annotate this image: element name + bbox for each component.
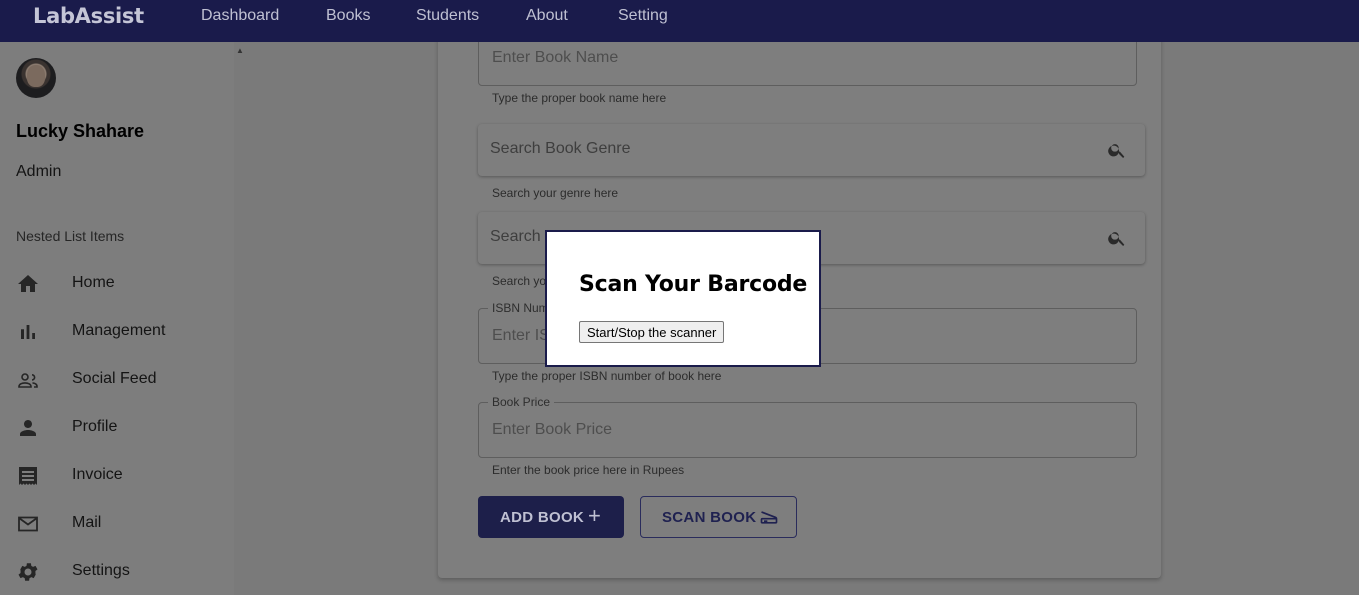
user-name: Lucky Shahare (16, 121, 145, 141)
person-icon (20, 420, 36, 436)
sidebar-item-label: Settings (72, 562, 130, 579)
author-search-placeholder: Search (490, 228, 541, 245)
scan-book-label: SCAN BOOK (662, 509, 757, 526)
sidebar-section-title: Nested List Items (16, 228, 125, 244)
home-icon (18, 275, 38, 292)
sidebar-item-label: Mail (72, 514, 102, 531)
isbn-placeholder: Enter IS (492, 327, 550, 344)
bar-chart-icon (21, 325, 35, 339)
sidebar-item-mail[interactable]: Mail (0, 500, 234, 548)
book-name-helper: Type the proper book name here (492, 91, 667, 105)
search-icon[interactable] (1107, 228, 1127, 248)
brand-logo[interactable]: LabAssist (33, 4, 144, 28)
sidebar-item-home[interactable]: Home (0, 260, 234, 308)
sidebar-item-label: Profile (72, 418, 118, 435)
avatar[interactable] (16, 58, 56, 98)
genre-search-placeholder: Search Book Genre (490, 140, 631, 157)
add-book-label: ADD BOOK (500, 509, 585, 526)
app-bar: LabAssist Dashboard Books Students About… (0, 0, 1359, 42)
book-price-helper: Enter the book price here in Rupees (492, 463, 685, 477)
book-price-placeholder: Enter Book Price (492, 421, 613, 438)
nav-books[interactable]: Books (326, 7, 370, 25)
book-price-label: Book Price (488, 395, 555, 409)
sidebar-item-label: Invoice (72, 466, 123, 483)
mail-icon (18, 516, 38, 532)
scan-book-button[interactable]: SCAN BOOK (640, 496, 797, 538)
isbn-label: ISBN Num (488, 301, 553, 315)
genre-search[interactable]: Search Book Genre (478, 124, 1145, 176)
gear-icon (18, 563, 38, 581)
sidebar-item-label: Home (72, 274, 115, 291)
isbn-helper: Type the proper ISBN number of book here (492, 369, 722, 383)
sidebar-item-profile[interactable]: Profile (0, 404, 234, 452)
scroll-up-arrow[interactable]: ▲ (236, 46, 244, 55)
receipt-icon (19, 467, 37, 485)
nav-setting[interactable]: Setting (618, 7, 668, 25)
sidebar-item-label: Management (72, 322, 166, 339)
sidebar-item-social-feed[interactable]: Social Feed (0, 356, 234, 404)
nav-students[interactable]: Students (416, 7, 479, 25)
sidebar-item-label: Social Feed (72, 370, 157, 387)
scan-barcode-modal: Scan Your Barcode Start/Stop the scanner (545, 230, 821, 367)
sidebar: Lucky Shahare Admin Nested List Items Ho… (0, 42, 234, 595)
modal-title: Scan Your Barcode (579, 272, 808, 297)
start-stop-scanner-button[interactable]: Start/Stop the scanner (579, 321, 725, 343)
search-icon[interactable] (1107, 140, 1127, 160)
nav-dashboard[interactable]: Dashboard (201, 7, 279, 25)
people-icon (18, 373, 38, 388)
genre-helper: Search your genre here (492, 186, 619, 200)
add-book-button[interactable]: ADD BOOK + (478, 496, 624, 538)
sidebar-item-management[interactable]: Management (0, 308, 234, 356)
book-price-field[interactable]: Book Price Enter Book Price (478, 395, 1137, 458)
book-name-placeholder: Enter Book Name (492, 49, 619, 66)
sidebar-item-settings[interactable]: Settings (0, 548, 234, 595)
user-role: Admin (16, 163, 62, 180)
author-helper: Search yo (492, 274, 547, 288)
scanner-icon (760, 511, 778, 524)
sidebar-item-invoice[interactable]: Invoice (0, 452, 234, 500)
nav-about[interactable]: About (526, 7, 568, 25)
plus-icon: + (588, 503, 602, 528)
